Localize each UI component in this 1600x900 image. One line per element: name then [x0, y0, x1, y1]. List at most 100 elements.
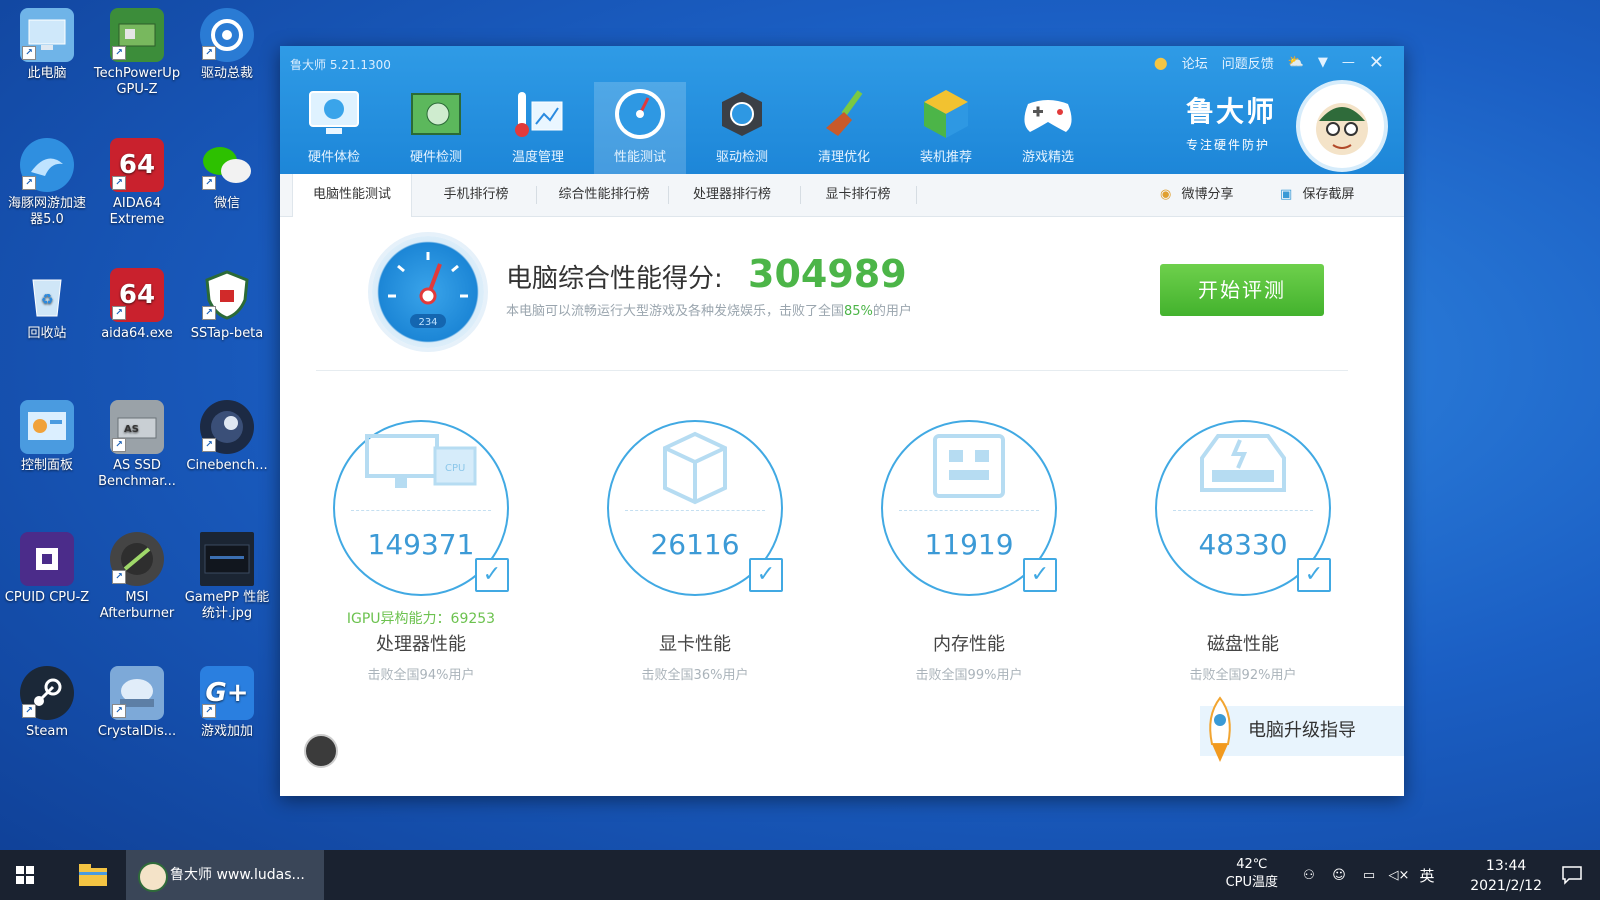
desktop-icon-aida64-exe[interactable]: 64 ↗ aida64.exe [92, 268, 182, 342]
desktop-icon-recycle-bin[interactable]: ♻ 回收站 [2, 268, 92, 342]
system-tray: 42℃ CPU温度 ⚇ ☺ ▭ ◁× 英 13:44 2021/2/12 [1040, 850, 1600, 900]
tool-performance-test[interactable]: 性能测试 [594, 82, 686, 174]
image-file-icon [200, 532, 254, 586]
upgrade-guide-button[interactable]: 电脑升级指导 [1200, 696, 1404, 762]
score-value: 304989 [748, 252, 907, 296]
close-button[interactable]: ✕ [1369, 52, 1384, 73]
cpu-beat-text: 击败全国94%用户 [367, 668, 475, 683]
cpu-temperature[interactable]: 42℃ CPU温度 [1226, 856, 1278, 892]
gpu-extra [570, 608, 820, 628]
tool-cleanup[interactable]: 清理优化 [798, 82, 890, 174]
disk-checkbox[interactable]: ✓ [1297, 558, 1331, 592]
speedometer-icon [612, 86, 668, 142]
taskbar-ludashi-button[interactable]: 鲁大师 www.ludas... [126, 850, 324, 900]
menu-icon[interactable]: ▼ [1318, 55, 1328, 70]
tool-hardware-detect[interactable]: 硬件检测 [390, 82, 482, 174]
computer-icon: ↗ [20, 8, 74, 62]
desktop-icon-game-plus[interactable]: G+ ↗ 游戏加加 [182, 666, 272, 740]
desktop-icon-sstap[interactable]: ↗ SSTap-beta [182, 268, 272, 342]
score-ring: 11919 ✓ [881, 420, 1057, 596]
gpu-checkbox[interactable]: ✓ [749, 558, 783, 592]
cpu-score-card: CPU 149371 ✓ IGPU异构能力：69253 处理器性能 击败全国94… [296, 420, 546, 700]
mascot-avatar [1296, 80, 1388, 172]
igpu-ability: IGPU异构能力：69253 [346, 611, 496, 627]
memory-score-card: 11919 ✓ 内存性能 击败全国99%用户 [844, 420, 1094, 700]
thermometer-icon [510, 86, 566, 142]
brand-tagline: 专注硬件防护 [1186, 138, 1271, 152]
desktop-icon-as-ssd[interactable]: AS ↗ AS SSD Benchmar... [92, 400, 182, 490]
desktop-icon-driver[interactable]: ↗ 驱动总裁 [182, 8, 272, 82]
disk-drive-icon [1188, 428, 1298, 512]
score-description: 本电脑可以流畅运行大型游戏及各种发烧娱乐，击败了全国85%的用户 [506, 304, 912, 319]
score-ring: 26116 ✓ [607, 420, 783, 596]
start-benchmark-button[interactable]: 开始评测 [1160, 264, 1324, 316]
disk-beat-text: 击败全国92%用户 [1189, 668, 1297, 683]
tool-driver-detect[interactable]: 驱动检测 [696, 82, 788, 174]
gear-driver-icon [714, 86, 770, 142]
tab-separator [668, 186, 669, 204]
network-tray-icon[interactable]: ⚇ [1296, 850, 1322, 900]
feedback-link[interactable]: 问题反馈 [1222, 53, 1274, 72]
tab-gpu-ranking[interactable]: 显卡排行榜 [806, 174, 910, 216]
desktop-icon-wechat[interactable]: ↗ 微信 [182, 138, 272, 212]
cpu-checkbox[interactable]: ✓ [475, 558, 509, 592]
cpu-z-icon [20, 532, 74, 586]
afterburner-icon: ↗ [110, 532, 164, 586]
desktop-icon-afterburner[interactable]: ↗ MSI Afterburner [92, 532, 182, 622]
desktop-icon-cpu-z[interactable]: CPUID CPU-Z [2, 532, 92, 606]
ludashi-window: 鲁大师 5.21.1300 ● 论坛 问题反馈 ⛅ ▼ — ✕ 硬件体检 硬件检… [280, 46, 1404, 796]
user-tray-icon[interactable]: ☺ [1326, 850, 1352, 900]
svg-text:CPU: CPU [445, 463, 465, 474]
monitor-check-icon [306, 86, 362, 142]
ime-indicator[interactable]: 英 [1414, 850, 1440, 900]
user-avatar[interactable] [304, 734, 338, 768]
tab-phone-ranking[interactable]: 手机排行榜 [420, 174, 532, 216]
desktop-icon-gpu-z[interactable]: ↗ TechPowerUp GPU-Z [92, 8, 182, 98]
game-plus-icon: G+ ↗ [200, 666, 254, 720]
tool-temperature[interactable]: 温度管理 [492, 82, 584, 174]
display-tray-icon[interactable]: ▭ [1356, 850, 1382, 900]
tab-bar: 电脑性能测试 手机排行榜 综合性能排行榜 处理器排行榜 显卡排行榜 ◉ 微博分享… [280, 174, 1404, 217]
app-titlebar: 鲁大师 5.21.1300 ● 论坛 问题反馈 ⛅ ▼ — ✕ 硬件体检 硬件检… [280, 46, 1404, 174]
tool-build-recommend[interactable]: 装机推荐 [900, 82, 992, 174]
desktop-icon-aida64[interactable]: 64 ↗ AIDA64 Extreme [92, 138, 182, 228]
tab-separator [536, 186, 537, 204]
wechat-icon: ↗ [200, 138, 254, 192]
broom-icon [816, 86, 872, 142]
notification-icon[interactable] [1554, 850, 1590, 900]
volume-muted-icon[interactable]: ◁× [1386, 850, 1412, 900]
memory-checkbox[interactable]: ✓ [1023, 558, 1057, 592]
taskbar: 鲁大师 www.ludas... 42℃ CPU温度 ⚇ ☺ ▭ ◁× 英 13… [0, 850, 1600, 900]
tab-pc-performance[interactable]: 电脑性能测试 [292, 174, 412, 217]
desktop-icon-control-panel[interactable]: 控制面板 [2, 400, 92, 474]
desktop-icon-crystaldisk[interactable]: ↗ CrystalDis... [92, 666, 182, 740]
desktop-icon-gamepp-jpg[interactable]: GamePP 性能统计.jpg [182, 532, 272, 622]
ram-chip-icon [919, 428, 1019, 512]
windows-start-button[interactable] [10, 860, 40, 890]
tool-game-picks[interactable]: 游戏精选 [1002, 82, 1094, 174]
gauge-readout: 234 [418, 317, 437, 328]
memory-beat-text: 击败全国99%用户 [915, 668, 1023, 683]
ring-divider [899, 510, 1039, 511]
desktop-icon-this-pc[interactable]: ↗ 此电脑 [2, 8, 92, 82]
tab-cpu-ranking[interactable]: 处理器排行榜 [672, 174, 792, 216]
minimize-button[interactable]: — [1342, 55, 1355, 70]
control-panel-icon [20, 400, 74, 454]
tool-hardware-checkup[interactable]: 硬件体检 [288, 82, 380, 174]
aida64-icon: 64 ↗ [110, 138, 164, 192]
forum-link[interactable]: 论坛 [1182, 53, 1208, 72]
desktop-icon-dolphin[interactable]: ↗ 海豚网游加速器5.0 [2, 138, 92, 228]
medal-icon[interactable]: ● [1154, 53, 1168, 72]
desktop-icon-cinebench[interactable]: ↗ Cinebench... [182, 400, 272, 474]
cube-icon [918, 86, 974, 142]
save-screenshot-button[interactable]: ▣ 保存截屏 [1280, 174, 1354, 216]
weibo-share-button[interactable]: ◉ 微博分享 [1160, 174, 1234, 216]
skin-icon[interactable]: ⛅ [1288, 55, 1304, 70]
beat-percentage: 85% [844, 304, 873, 319]
desktop-icon-steam[interactable]: ↗ Steam [2, 666, 92, 740]
tab-overall-ranking[interactable]: 综合性能排行榜 [542, 174, 666, 216]
clock[interactable]: 13:44 2021/2/12 [1470, 856, 1542, 896]
gpu-score: 26116 [650, 528, 740, 561]
file-explorer-icon[interactable] [78, 862, 108, 888]
ring-divider [1173, 510, 1313, 511]
